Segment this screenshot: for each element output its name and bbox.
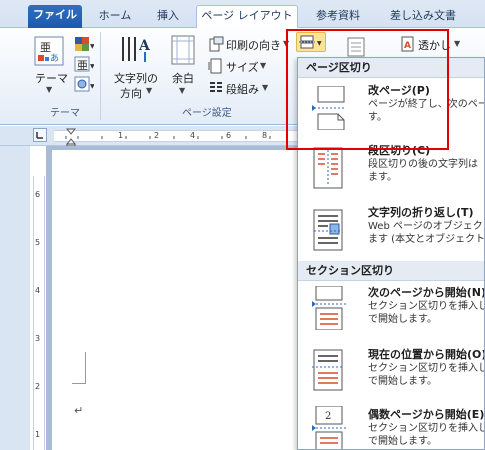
column-break-desc-line1: 段区切りの後の文字列は (368, 159, 478, 170)
columns-chevron-down-icon[interactable]: ▼ (262, 83, 268, 92)
theme-button-label[interactable]: テーマ (35, 70, 68, 86)
theme-icon[interactable]: 亜 あ (34, 36, 64, 66)
ruler-mark: 8 (262, 131, 268, 140)
ruler-mark: 4 (35, 286, 41, 295)
next-page-title: 次のページから開始(N) (368, 286, 485, 299)
text-wrapping-icon (310, 208, 346, 252)
svg-text:▼: ▼ (90, 83, 94, 90)
theme-effects-icon[interactable]: ▼ (74, 76, 95, 92)
theme-group-label: テーマ (50, 108, 80, 119)
group-divider (100, 32, 101, 120)
vertical-ruler (0, 146, 30, 450)
text-wrapping-desc-line2: ます (本文とオブジェクトの (368, 234, 485, 245)
section-breaks-header: セクション区切り (298, 261, 484, 281)
even-page-title: 偶数ページから開始(E) (368, 408, 485, 421)
continuous-desc-line2: で開始します。 (368, 376, 437, 387)
ruler-mark: 6 (35, 190, 41, 199)
page-setup-group-label: ページ設定 (182, 108, 232, 119)
text-boundary-corner (72, 352, 86, 384)
ruler-mark: 3 (35, 334, 41, 343)
ruler-mark: 5 (35, 238, 41, 247)
watermark-chevron-down-icon[interactable]: ▼ (454, 39, 460, 48)
tab-home[interactable]: ホーム (92, 6, 138, 28)
margins-chevron-down-icon[interactable]: ▼ (179, 86, 185, 95)
next-page-desc-line2: で開始します。 (368, 314, 437, 325)
ruler-mark: 2 (154, 131, 160, 140)
continuous-title: 現在の位置から開始(O) (368, 348, 485, 361)
text-direction-label-line1[interactable]: 文字列の (114, 70, 158, 86)
svg-text:亜: 亜 (77, 59, 88, 72)
svg-text:▼: ▼ (90, 43, 94, 50)
svg-text:A: A (138, 38, 151, 54)
even-page-desc-line1: セクション区切りを挿入し (368, 423, 485, 434)
annotation-highlight-box (286, 29, 449, 150)
text-wrapping-desc-line1: Web ページのオブジェクト (368, 221, 485, 232)
even-page-desc-line2: で開始します。 (368, 436, 437, 447)
menu-item-continuous[interactable]: 現在の位置から開始(O) セクション区切りを挿入し で開始します。 (298, 344, 485, 404)
tab-mailings[interactable]: 差し込み文書 (378, 6, 468, 28)
continuous-desc-line1: セクション区切りを挿入し (368, 363, 485, 374)
tab-insert[interactable]: 挿入 (148, 6, 188, 28)
theme-fonts-icon[interactable]: 亜 ▼ (74, 56, 95, 72)
tab-page-layout[interactable]: ページ レイアウト (196, 5, 298, 28)
text-direction-label-line2[interactable]: 方向 (120, 85, 142, 101)
tab-references[interactable]: 参考資料 (306, 6, 370, 28)
column-break-icon (310, 146, 346, 190)
horizontal-ruler-scale[interactable]: 1 2 4 6 8 (54, 130, 300, 142)
next-page-desc-line1: セクション区切りを挿入し (368, 301, 485, 312)
paragraph-mark: ↵ (74, 404, 84, 417)
ruler-mark: 6 (226, 131, 232, 140)
text-direction-icon[interactable]: A (118, 34, 152, 64)
size-label[interactable]: サイズ (226, 59, 259, 75)
svg-text:2: 2 (325, 411, 331, 422)
columns-icon[interactable] (208, 80, 224, 96)
menu-item-even-page[interactable]: 2 偶数ページから開始(E) セクション区切りを挿入し で開始します。 (298, 404, 485, 449)
theme-chevron-down-icon[interactable]: ▼ (46, 85, 52, 94)
document-page[interactable] (52, 150, 300, 450)
orientation-icon[interactable] (208, 36, 224, 52)
tab-selector-icon[interactable] (33, 128, 47, 142)
ruler-mark: 2 (35, 382, 41, 391)
text-wrapping-title: 文字列の折り返し(T) (368, 206, 474, 219)
tab-file[interactable]: ファイル (28, 5, 82, 28)
vertical-ruler-scale[interactable]: 6 5 4 3 2 1 (33, 176, 45, 450)
size-chevron-down-icon[interactable]: ▼ (260, 61, 266, 70)
ribbon-tab-bar: ファイル ホーム 挿入 ページ レイアウト 参考資料 差し込み文書 (0, 0, 485, 28)
svg-text:亜: 亜 (40, 41, 51, 54)
svg-text:あ: あ (50, 53, 59, 64)
ruler-mark: 1 (35, 430, 41, 439)
svg-text:▼: ▼ (90, 63, 94, 70)
ruler-mark: 4 (190, 131, 196, 140)
margins-label[interactable]: 余白 (172, 70, 194, 86)
continuous-section-icon (310, 348, 346, 392)
margins-icon[interactable] (170, 34, 198, 66)
ruler-mark: 1 (118, 131, 124, 140)
orientation-label[interactable]: 印刷の向き (226, 37, 281, 53)
indent-marker-icon[interactable] (65, 128, 77, 147)
theme-colors-icon[interactable]: ▼ (74, 36, 95, 52)
next-page-section-icon (310, 285, 346, 331)
menu-item-next-page[interactable]: 次のページから開始(N) セクション区切りを挿入し で開始します。 (298, 282, 485, 344)
size-icon[interactable] (208, 58, 224, 74)
columns-label[interactable]: 段組み (226, 81, 259, 97)
column-break-desc-line2: ます。 (368, 172, 397, 183)
menu-item-text-wrapping[interactable]: 文字列の折り返し(T) Web ページのオブジェクト ます (本文とオブジェクト… (298, 202, 485, 262)
even-page-section-icon: 2 (310, 405, 346, 449)
text-direction-chevron-down-icon[interactable]: ▼ (146, 86, 152, 95)
